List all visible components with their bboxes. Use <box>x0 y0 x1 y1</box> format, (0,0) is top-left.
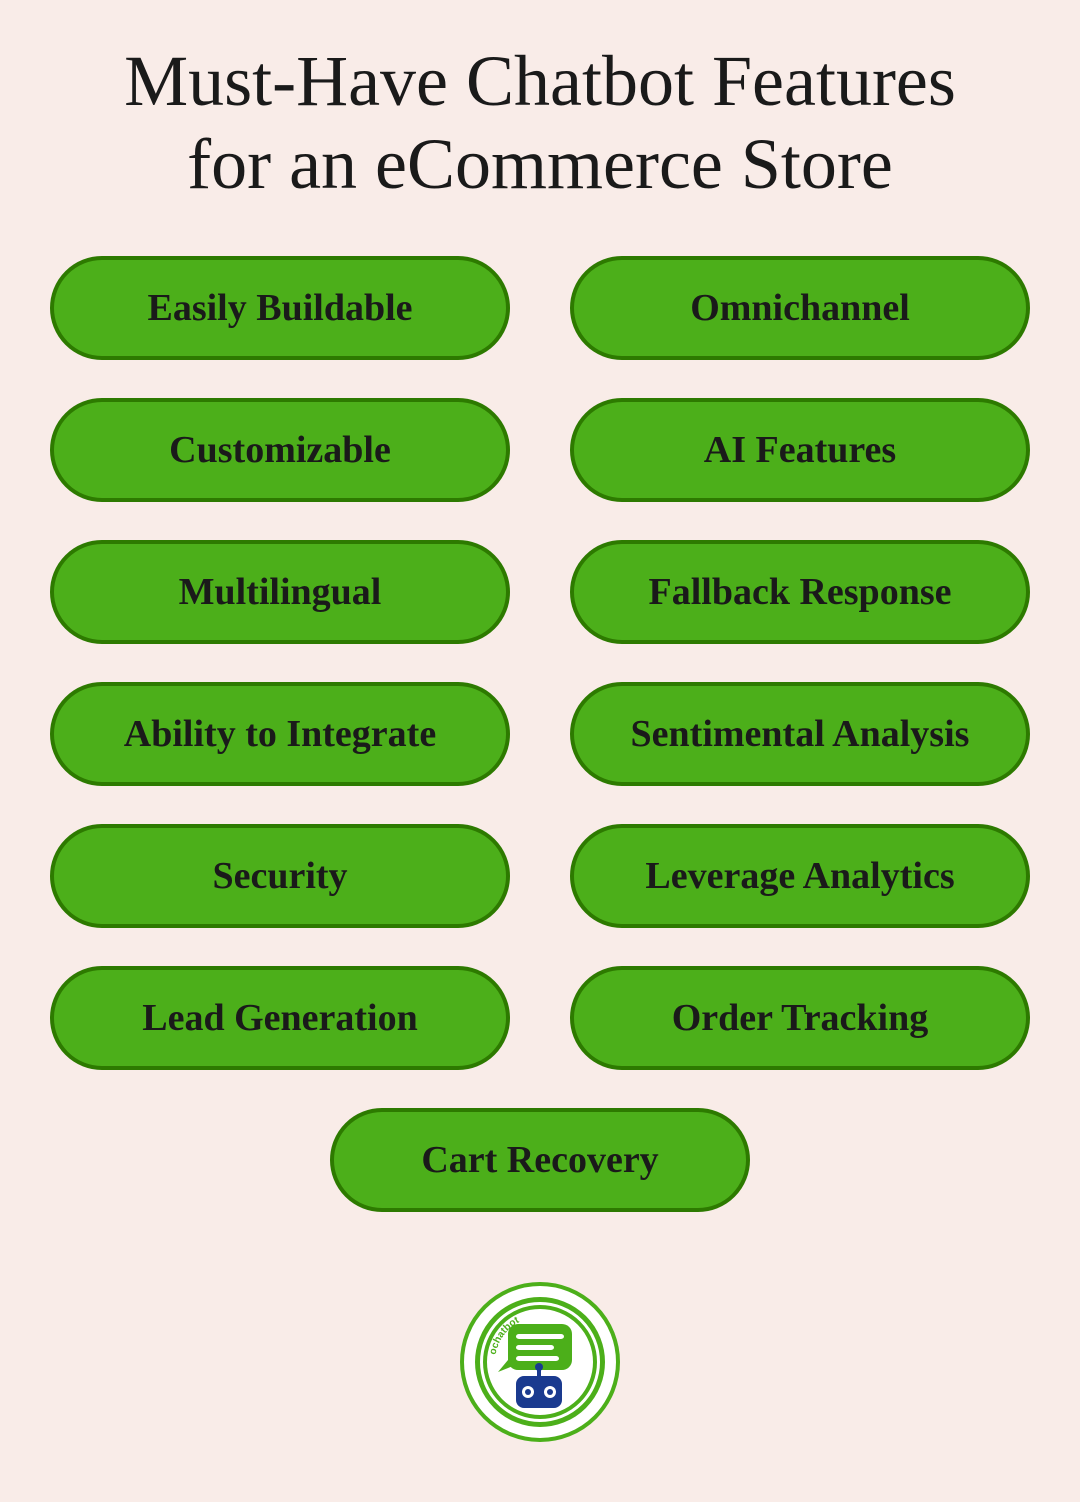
pill-customizable[interactable]: Customizable <box>50 398 510 502</box>
pill-fallback-response[interactable]: Fallback Response <box>570 540 1030 644</box>
pill-omnichannel[interactable]: Omnichannel <box>570 256 1030 360</box>
pill-sentimental-analysis[interactable]: Sentimental Analysis <box>570 682 1030 786</box>
pill-lead-generation[interactable]: Lead Generation <box>50 966 510 1070</box>
pill-easily-buildable[interactable]: Easily Buildable <box>50 256 510 360</box>
page-title: Must-Have Chatbot Features for an eComme… <box>124 40 956 206</box>
pill-security[interactable]: Security <box>50 824 510 928</box>
logo-svg: ochatbot .com <box>480 1302 600 1422</box>
cart-recovery-row: Cart Recovery <box>50 1108 1030 1212</box>
pill-multilingual[interactable]: Multilingual <box>50 540 510 644</box>
pill-cart-recovery[interactable]: Cart Recovery <box>330 1108 750 1212</box>
pill-ability-to-integrate[interactable]: Ability to Integrate <box>50 682 510 786</box>
pill-leverage-analytics[interactable]: Leverage Analytics <box>570 824 1030 928</box>
logo-area: ochatbot .com <box>460 1282 620 1442</box>
features-grid: Easily Buildable Omnichannel Customizabl… <box>50 256 1030 1070</box>
brand-logo: ochatbot .com <box>460 1282 620 1442</box>
pill-order-tracking[interactable]: Order Tracking <box>570 966 1030 1070</box>
pill-ai-features[interactable]: AI Features <box>570 398 1030 502</box>
logo-ring: ochatbot .com <box>475 1297 605 1427</box>
